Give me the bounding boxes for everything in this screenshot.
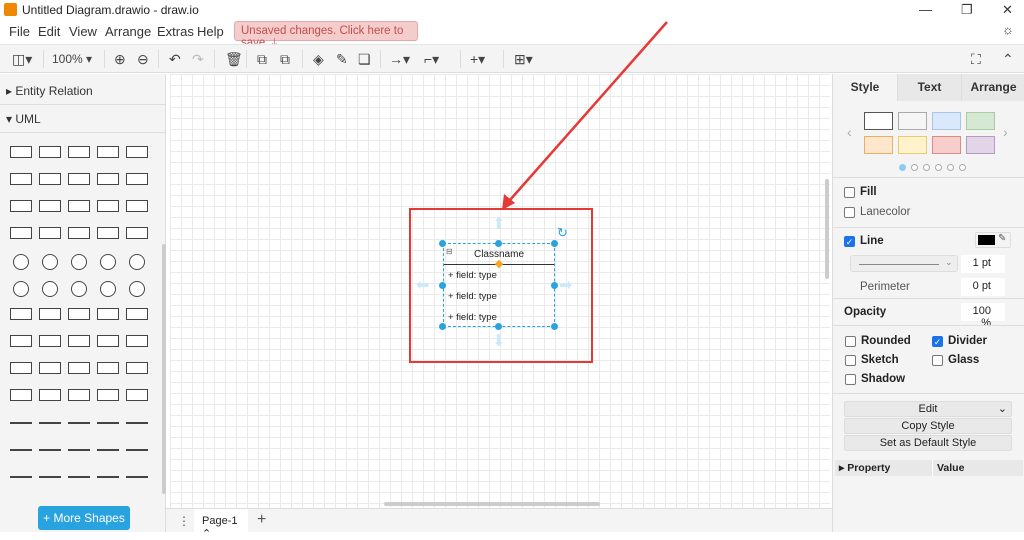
edit-label: Edit [919, 403, 938, 415]
chevron-left-icon[interactable]: ‹ [847, 124, 852, 140]
opacity-input[interactable]: 100 % [961, 303, 1005, 321]
swatch-page-dot[interactable] [935, 164, 942, 171]
lanecolor-checkbox[interactable] [844, 207, 855, 218]
style-swatch[interactable] [932, 112, 961, 130]
style-swatch[interactable] [932, 136, 961, 154]
divider-checkbox[interactable]: ✓ [932, 336, 943, 347]
shadow-checkbox[interactable] [845, 374, 856, 385]
line-color-swatch [978, 235, 995, 245]
lanecolor-label: Lanecolor [860, 206, 911, 218]
property-table-header[interactable]: ▸ Property Value [835, 460, 1023, 476]
add-page-icon[interactable]: + [257, 511, 266, 529]
set-default-style-button[interactable]: Set as Default Style [844, 435, 1012, 451]
sketch-label: Sketch [861, 354, 899, 366]
page-tab-label: Page-1 [202, 515, 237, 527]
swatch-page-dot[interactable] [923, 164, 930, 171]
rounded-checkbox[interactable] [845, 336, 856, 347]
format-panel: Style Text Arrange ‹ › Fill Lanecolor ✓ … [832, 74, 1024, 532]
edit-dropdown[interactable]: Edit ⌄ [844, 401, 1012, 417]
glass-label: Glass [948, 354, 979, 366]
style-swatch[interactable] [898, 136, 927, 154]
copy-style-button[interactable]: Copy Style [844, 418, 1012, 434]
tab-style[interactable]: Style [833, 74, 897, 101]
line-checkbox[interactable]: ✓ [844, 236, 855, 247]
swatch-page-dot[interactable] [959, 164, 966, 171]
line-color-button[interactable]: ✎ [975, 232, 1011, 248]
style-swatch[interactable] [966, 112, 995, 130]
line-pattern-select[interactable]: ⌄ [850, 255, 958, 272]
swatch-page-dot[interactable] [911, 164, 918, 171]
shadow-label: Shadow [861, 373, 905, 385]
chevron-down-icon: ⌄ [998, 402, 1007, 416]
line-width-input[interactable]: 1 pt [961, 255, 1005, 273]
rounded-label: Rounded [861, 335, 911, 347]
tab-arrange[interactable]: Arrange [961, 74, 1024, 101]
page-tab[interactable]: Page-1 ⌃ [194, 509, 248, 532]
fill-checkbox[interactable] [844, 187, 855, 198]
swatch-page-dot[interactable] [899, 164, 906, 171]
tab-text[interactable]: Text [897, 74, 961, 101]
perimeter-input[interactable]: 0 pt [961, 278, 1005, 296]
style-swatch[interactable] [898, 112, 927, 130]
property-header: ▸ Property [839, 462, 890, 474]
style-swatch[interactable] [966, 136, 995, 154]
fill-label: Fill [860, 186, 877, 198]
perimeter-label: Perimeter [860, 281, 910, 293]
value-header: Value [937, 462, 964, 474]
opacity-label: Opacity [844, 306, 886, 318]
page-menu-icon[interactable]: ⋮ [178, 514, 190, 528]
style-swatch[interactable] [864, 136, 893, 154]
eyedropper-icon: ✎ [998, 233, 1006, 244]
line-label: Line [860, 235, 884, 247]
chevron-right-icon[interactable]: › [1003, 124, 1008, 140]
swatch-page-dot[interactable] [947, 164, 954, 171]
glass-checkbox[interactable] [932, 355, 943, 366]
page-bar: ⋮ Page-1 ⌃ + [166, 508, 832, 532]
style-swatch[interactable] [864, 112, 893, 130]
sketch-checkbox[interactable] [845, 355, 856, 366]
divider-label: Divider [948, 335, 987, 347]
